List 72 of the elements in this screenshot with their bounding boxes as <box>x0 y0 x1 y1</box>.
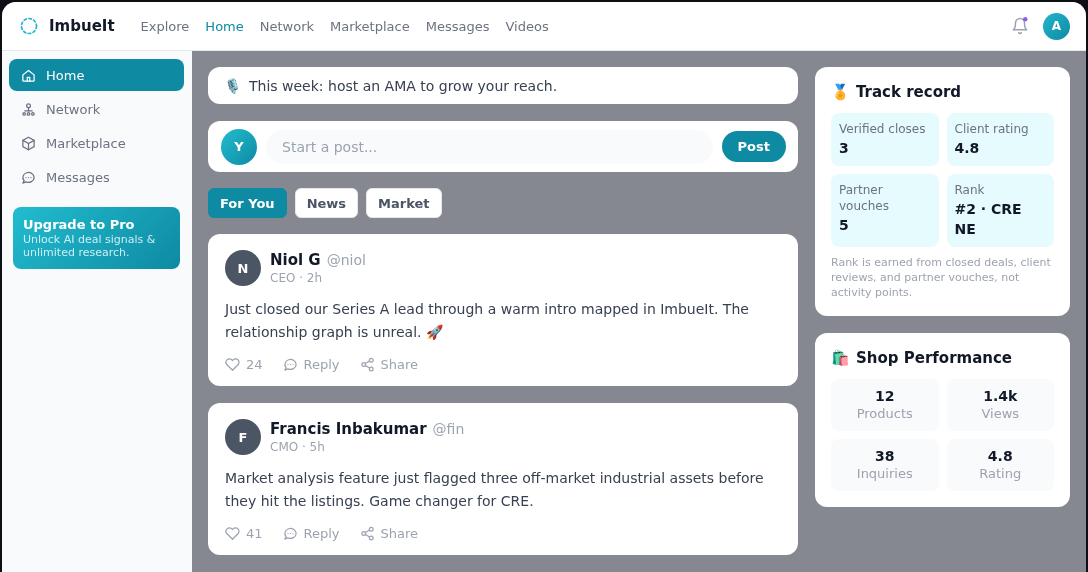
stat-label: Rating <box>978 465 1023 483</box>
stat-label: Verified closes <box>839 121 927 137</box>
author-avatar: N <box>225 250 261 286</box>
post-meta: CEO · 2h <box>270 271 324 285</box>
post-meta: CMO · 5h <box>270 440 326 454</box>
chat-icon <box>21 169 36 185</box>
banner-text: This week: host an AMA to grow your reach. <box>249 77 558 94</box>
author-handle[interactable]: @niol <box>326 252 366 268</box>
author-handle[interactable]: @fin <box>432 421 465 437</box>
stat-label: Views <box>980 405 1021 423</box>
stat-value: 12 <box>874 387 896 405</box>
sidebar-item[interactable]: Home <box>9 59 184 91</box>
stat-label: Inquiries <box>855 465 914 483</box>
stat-label: Client rating <box>954 121 1030 137</box>
post-text: Market analysis feature just flagged three off-market industrial assets before they hit the listings. Game changer for CRE. <box>225 469 765 511</box>
microphone-emoji: 🎙 <box>224 77 241 94</box>
reply-button[interactable]: Reply <box>282 356 340 372</box>
feed-tab[interactable]: News <box>294 188 359 218</box>
feed-tab[interactable]: Market <box>366 188 442 218</box>
upgrade-card[interactable]: Upgrade to Pro Unlock AI deal signals & unlimited research. <box>13 207 180 270</box>
home-icon <box>21 67 36 83</box>
stat-label: Partner vouches <box>839 182 890 214</box>
cube-icon <box>21 135 36 151</box>
sidebar-item[interactable]: Network <box>9 93 184 125</box>
promo-text: Unlock AI deal signals & unlimited research. <box>23 234 157 260</box>
bell-icon[interactable] <box>1011 17 1029 35</box>
reply-button[interactable]: Reply <box>282 525 340 541</box>
nav-link[interactable]: Explore <box>140 18 190 34</box>
nav-link[interactable]: Marketplace <box>330 18 410 34</box>
logo-icon <box>19 16 39 36</box>
sidebar-item[interactable]: Messages <box>9 161 184 193</box>
people-icon <box>21 101 36 117</box>
card-title: Shop Performance <box>856 349 1013 367</box>
nav-link[interactable]: Videos <box>505 18 549 34</box>
share-button[interactable]: Share <box>359 525 419 541</box>
sidebar-item[interactable]: Marketplace <box>9 127 184 159</box>
author-avatar: F <box>225 419 261 455</box>
brand-name: ImbueIt <box>49 17 115 35</box>
chat-icon <box>282 525 298 541</box>
author-name: Niol G <box>270 251 321 269</box>
card-title: Track record <box>856 83 962 101</box>
author-name: Francis Inbakumar <box>270 420 427 438</box>
share-icon <box>359 356 375 372</box>
chat-icon <box>282 356 298 372</box>
stat-value: #2 · CRE NE <box>954 200 1023 239</box>
feed-tab[interactable]: For You <box>208 188 287 218</box>
stat-label: Rank <box>954 182 986 198</box>
like-button[interactable]: 24 <box>225 356 263 372</box>
like-button[interactable]: 41 <box>225 525 263 541</box>
stat-value: 4.8 <box>954 139 981 158</box>
stat-label: Products <box>855 405 914 423</box>
nav-link[interactable]: Network <box>259 18 315 34</box>
shopping-bags-emoji: 🛍 <box>831 349 850 367</box>
share-icon <box>359 525 375 541</box>
nav-link[interactable]: Home <box>205 18 244 34</box>
nav-link[interactable]: Messages <box>425 18 490 34</box>
heart-icon <box>225 525 240 541</box>
promo-title: Upgrade to Pro <box>23 217 136 232</box>
medal-emoji: 🏅 <box>831 83 850 101</box>
post-button[interactable]: Post <box>721 131 786 163</box>
stat-value: 1.4k <box>982 387 1019 405</box>
user-avatar[interactable]: A <box>1043 12 1070 40</box>
rank-note: Rank is earned from closed deals, client reviews, and partner vouches, not activity points. <box>831 255 1052 300</box>
stat-value: 5 <box>839 216 850 235</box>
share-button[interactable]: Share <box>359 356 419 372</box>
stat-value: 38 <box>874 447 896 465</box>
stat-value: 3 <box>839 139 850 158</box>
stat-value: 4.8 <box>986 447 1014 465</box>
post-input[interactable]: Start a post... <box>266 129 713 164</box>
heart-icon <box>225 356 240 372</box>
user-avatar: Y <box>221 128 257 165</box>
post-text: Just closed our Series A lead through a warm intro mapped in ImbueIt. The relationship graph is unreal. 🚀 <box>225 300 750 342</box>
